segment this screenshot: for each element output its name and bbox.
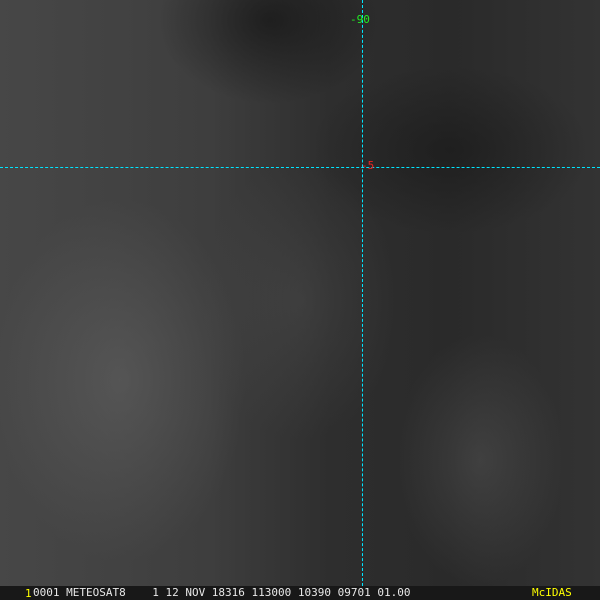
latitude-grid-line <box>0 167 600 168</box>
grid-label-intersection: -5 <box>361 159 375 172</box>
frame-number: 1 <box>25 587 32 600</box>
grid-label-top: -90 <box>350 13 370 26</box>
status-bar: 1 0001 METEOSAT8 1 12 NOV 18316 113000 1… <box>0 586 600 600</box>
mcidas-brand: McIDAS <box>532 586 572 599</box>
longitude-grid-line <box>362 0 363 586</box>
satellite-image-frame: -90 -5 1 0001 METEOSAT8 1 12 NOV 18316 1… <box>0 0 600 600</box>
image-info-text: 0001 METEOSAT8 1 12 NOV 18316 113000 103… <box>33 586 411 599</box>
